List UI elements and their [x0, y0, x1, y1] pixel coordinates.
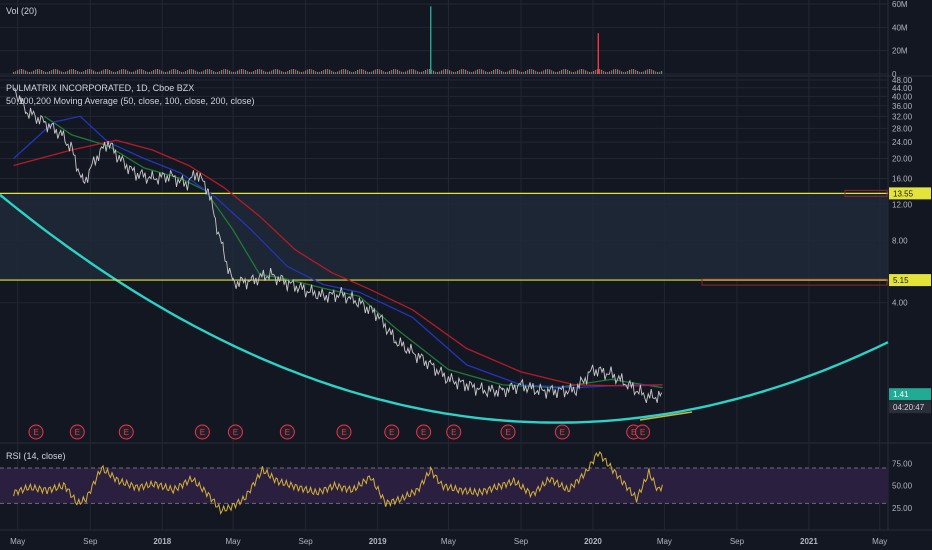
rsi-tick-label: 25.00 — [892, 504, 913, 513]
y-tick-label: 4.00 — [892, 299, 908, 308]
volume-tick-label: 20M — [892, 47, 908, 56]
earnings-marker-label: E — [33, 428, 38, 437]
y-tick-label: 32.00 — [892, 112, 913, 121]
price-title: PULMATRIX INCORPORATED, 1D, Cboe BZX — [6, 83, 194, 93]
y-tick-label: 12.00 — [892, 200, 913, 209]
earnings-marker-label: E — [341, 428, 346, 437]
earnings-marker-label: E — [640, 428, 645, 437]
x-tick-label: 2018 — [153, 537, 171, 546]
earnings-marker-label: E — [505, 428, 510, 437]
volume-tick-label: 40M — [892, 23, 908, 32]
chart: Vol (20) EEEEEEEEEEEEEE PULMATRIX INCORP… — [0, 0, 932, 550]
earnings-marker-label: E — [233, 428, 238, 437]
x-tick-label: Sep — [299, 537, 314, 546]
x-tick-label: 2021 — [800, 537, 818, 546]
x-tick-label: 2020 — [584, 537, 602, 546]
badge-last-price: 1.41 — [893, 390, 909, 399]
x-tick-label: May — [441, 537, 456, 546]
badge-countdown: 04:20:47 — [893, 403, 925, 412]
y-tick-label: 40.00 — [892, 92, 913, 101]
y-tick-label: 20.00 — [892, 154, 913, 163]
rsi-tick-label: 75.00 — [892, 460, 913, 469]
x-tick-label: Sep — [83, 537, 98, 546]
y-tick-label: 28.00 — [892, 124, 913, 133]
x-tick-label: May — [657, 537, 672, 546]
y-tick-label: 36.00 — [892, 102, 913, 111]
rsi-title: RSI (14, close) — [6, 451, 66, 461]
y-tick-label: 8.00 — [892, 237, 908, 246]
y-tick-label: 24.00 — [892, 138, 913, 147]
rsi-tick-label: 50.00 — [892, 482, 913, 491]
x-tick-label: May — [10, 537, 25, 546]
earnings-marker-label: E — [285, 428, 290, 437]
volume-tick-label: 60M — [892, 0, 908, 9]
volume-title: Vol (20) — [6, 6, 37, 16]
earnings-marker-label: E — [200, 428, 205, 437]
earnings-marker-label: E — [421, 428, 426, 437]
ma-label: 50,100,200 Moving Average (50, close, 10… — [6, 96, 255, 106]
earnings-marker-label: E — [75, 428, 80, 437]
earnings-marker-label: E — [389, 428, 394, 437]
x-tick-label: 2019 — [369, 537, 387, 546]
volume-tick-label: 0 — [892, 70, 897, 79]
x-tick-label: Sep — [514, 537, 529, 546]
earnings-marker-label: E — [124, 428, 129, 437]
x-tick-label: May — [226, 537, 241, 546]
x-tick-label: May — [872, 537, 887, 546]
badge-level-lower: 5.15 — [893, 276, 909, 285]
y-tick-label: 16.00 — [892, 174, 913, 183]
x-tick-label: Sep — [730, 537, 745, 546]
level-zone — [0, 193, 888, 281]
badge-level-upper: 13.55 — [893, 189, 914, 198]
earnings-marker-label: E — [560, 428, 565, 437]
earnings-marker-label: E — [451, 428, 456, 437]
